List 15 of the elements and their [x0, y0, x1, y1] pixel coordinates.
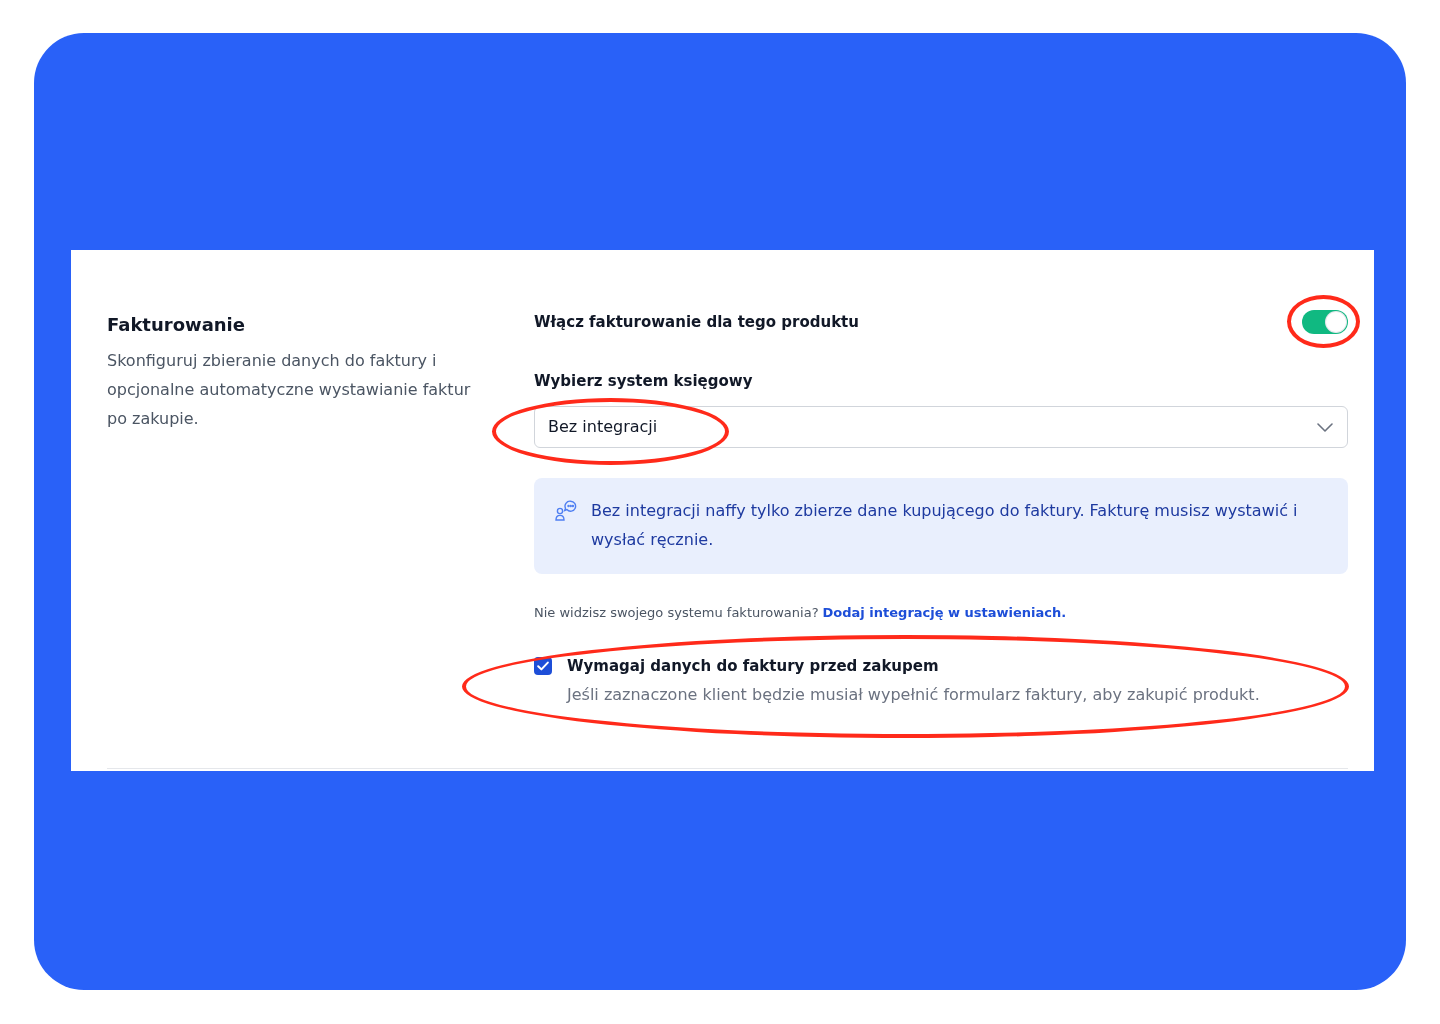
person-chat-icon — [555, 500, 577, 521]
info-text: Bez integracji naffy tylko zbierze dane kupującego do faktury. Fakturę musisz wystawić i wysłać ręcznie. — [591, 500, 1299, 551]
toggle-switch[interactable] — [1302, 310, 1348, 334]
settings-link[interactable]: Dodaj integrację w ustawieniach. — [822, 603, 1067, 623]
checkbox-description: Jeśli zaznaczone klient będzie musiał wypełnić formularz faktury, aby zakupić produkt. — [567, 684, 1260, 706]
section-title: Fakturowanie — [107, 313, 246, 337]
select-label: Wybierz system księgowy — [534, 371, 754, 392]
checkbox[interactable] — [534, 657, 552, 675]
chevron-down-icon — [1317, 422, 1333, 432]
hint-text: Nie widzisz swojego systemu fakturowania? — [534, 604, 819, 622]
select-value: Bez integracji — [548, 416, 658, 438]
toggle-label: Włącz fakturowanie dla tego produktu — [534, 312, 859, 333]
checkmark-icon — [537, 661, 549, 671]
checkbox-label: Wymagaj danych do faktury przed zakupem — [567, 656, 940, 677]
section-description: Skonfiguruj zbieranie danych do faktury i opcjonalne automatyczne wystawianie faktur po zakupie. — [107, 350, 472, 430]
